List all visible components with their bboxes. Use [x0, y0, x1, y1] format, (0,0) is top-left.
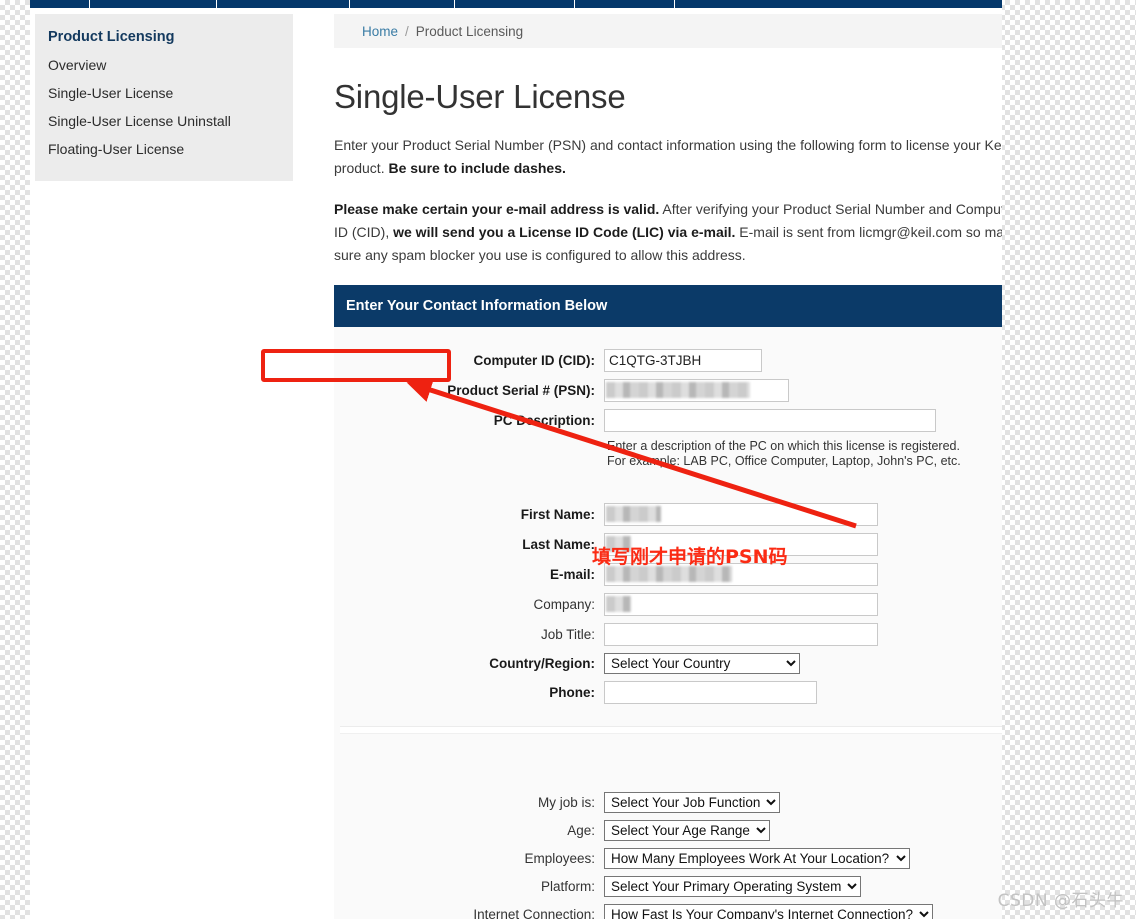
label-e-mail: E-mail: [334, 567, 604, 582]
nav-segment-3[interactable] [217, 0, 350, 8]
input-e-mail[interactable] [604, 563, 878, 586]
label-job-title: Job Title: [334, 627, 604, 642]
intro-2-bold-2: we will send you a License ID Code (LIC)… [393, 224, 735, 240]
form-section-header: Enter Your Contact Information Below [334, 285, 1002, 327]
input-product-serial-psn[interactable] [604, 379, 789, 402]
label-my-job-is: My job is: [334, 795, 604, 810]
control-wrap-country-region: Select Your Country [604, 653, 1002, 674]
control-wrap-platform: Select Your Primary Operating System [604, 876, 1002, 897]
form-spacer [334, 469, 1002, 503]
control-wrap-internet-connection: How Fast Is Your Company's Internet Conn… [604, 904, 1002, 919]
page-title: Single-User License [334, 78, 1002, 116]
pc-description-help-text: Enter a description of the PC on which t… [607, 439, 1002, 469]
breadcrumb-current: Product Licensing [416, 24, 523, 39]
select-internet-connection[interactable]: How Fast Is Your Company's Internet Conn… [604, 904, 933, 919]
label-product-serial-psn: Product Serial # (PSN): [334, 383, 604, 398]
label-company: Company: [334, 597, 604, 612]
control-wrap-my-job-is: Select Your Job Function [604, 792, 1002, 813]
control-wrap-e-mail [604, 563, 1002, 586]
intro-paragraph-1: Enter your Product Serial Number (PSN) a… [334, 134, 1002, 180]
breadcrumb-home-link[interactable]: Home [362, 24, 398, 39]
form-row-job-title: Job Title: [334, 623, 1002, 646]
input-last-name[interactable] [604, 533, 878, 556]
form-row-product-serial-psn: Product Serial # (PSN): [334, 379, 1002, 402]
form-row-employees: Employees:How Many Employees Work At You… [334, 848, 1002, 869]
breadcrumb: Home / Product Licensing [334, 14, 1002, 48]
form-row-pc-description: PC Description: [334, 409, 1002, 432]
label-last-name: Last Name: [334, 537, 604, 552]
input-computer-id-cid[interactable] [604, 349, 762, 372]
label-age: Age: [334, 823, 604, 838]
form-row-e-mail: E-mail: [334, 563, 1002, 586]
control-wrap-pc-description [604, 409, 1002, 432]
label-first-name: First Name: [334, 507, 604, 522]
form-row-my-job-is: My job is:Select Your Job Function [334, 792, 1002, 813]
form-row-internet-connection: Internet Connection:How Fast Is Your Com… [334, 904, 1002, 919]
input-phone[interactable] [604, 681, 817, 704]
control-wrap-last-name [604, 533, 1002, 556]
breadcrumb-separator: / [405, 24, 409, 39]
input-company[interactable] [604, 593, 878, 616]
nav-segment-4[interactable] [350, 0, 455, 8]
form-divider [340, 726, 1002, 734]
sidebar-item-overview[interactable]: Overview [35, 51, 293, 79]
intro-2-bold-1: Please make certain your e-mail address … [334, 201, 659, 217]
browser-page: Product Licensing Overview Single-User L… [30, 0, 1002, 919]
select-country-region[interactable]: Select Your Country [604, 653, 800, 674]
control-wrap-phone [604, 681, 1002, 704]
top-navigation-bar[interactable] [30, 0, 1002, 8]
pc-help-line-1: Enter a description of the PC on which t… [607, 439, 1002, 454]
sidebar-item-floating-user-license[interactable]: Floating-User License [35, 135, 293, 163]
select-age[interactable]: Select Your Age Range [604, 820, 770, 841]
form-row-last-name: Last Name: [334, 533, 1002, 556]
label-platform: Platform: [334, 879, 604, 894]
nav-segment-5[interactable] [455, 0, 575, 8]
main-content: Home / Product Licensing Single-User Lic… [334, 14, 1002, 919]
contact-form: Computer ID (CID): Product Serial # (PSN)… [334, 327, 1002, 919]
input-pc-description[interactable] [604, 409, 936, 432]
control-wrap-company [604, 593, 1002, 616]
control-wrap-job-title [604, 623, 1002, 646]
label-computer-id-cid: Computer ID (CID): [334, 353, 604, 368]
pc-help-line-2: For example: LAB PC, Office Computer, La… [607, 454, 1002, 469]
nav-segment-2[interactable] [90, 0, 217, 8]
control-wrap-employees: How Many Employees Work At Your Location… [604, 848, 1002, 869]
control-wrap-product-serial-psn [604, 379, 1002, 402]
select-my-job-is[interactable]: Select Your Job Function [604, 792, 780, 813]
form-row-platform: Platform:Select Your Primary Operating S… [334, 876, 1002, 897]
control-wrap-first-name [604, 503, 1002, 526]
select-employees[interactable]: How Many Employees Work At Your Location… [604, 848, 910, 869]
sidebar-item-single-user-license-uninstall[interactable]: Single-User License Uninstall [35, 107, 293, 135]
label-phone: Phone: [334, 685, 604, 700]
intro-paragraph-2: Please make certain your e-mail address … [334, 198, 1002, 267]
form-row-company: Company: [334, 593, 1002, 616]
form-row-computer-id-cid: Computer ID (CID): [334, 349, 1002, 372]
sidebar: Product Licensing Overview Single-User L… [35, 14, 293, 181]
form-row-country-region: Country/Region:Select Your Country [334, 653, 1002, 674]
sidebar-item-single-user-license[interactable]: Single-User License [35, 79, 293, 107]
form-row-phone: Phone: [334, 681, 1002, 704]
label-country-region: Country/Region: [334, 656, 604, 671]
sidebar-title: Product Licensing [35, 24, 293, 51]
nav-segment-6[interactable] [575, 0, 675, 8]
nav-segment-1[interactable] [30, 0, 90, 8]
select-platform[interactable]: Select Your Primary Operating System [604, 876, 861, 897]
nav-segment-7[interactable] [675, 0, 985, 8]
form-row-first-name: First Name: [334, 503, 1002, 526]
form-row-age: Age:Select Your Age Range [334, 820, 1002, 841]
intro-1-bold: Be sure to include dashes. [388, 160, 565, 176]
watermark: CSDN @石头牛 [998, 886, 1124, 911]
control-wrap-computer-id-cid [604, 349, 1002, 372]
label-employees: Employees: [334, 851, 604, 866]
label-internet-connection: Internet Connection: [334, 907, 604, 919]
control-wrap-age: Select Your Age Range [604, 820, 1002, 841]
input-job-title[interactable] [604, 623, 878, 646]
label-pc-description: PC Description: [334, 413, 604, 428]
input-first-name[interactable] [604, 503, 878, 526]
